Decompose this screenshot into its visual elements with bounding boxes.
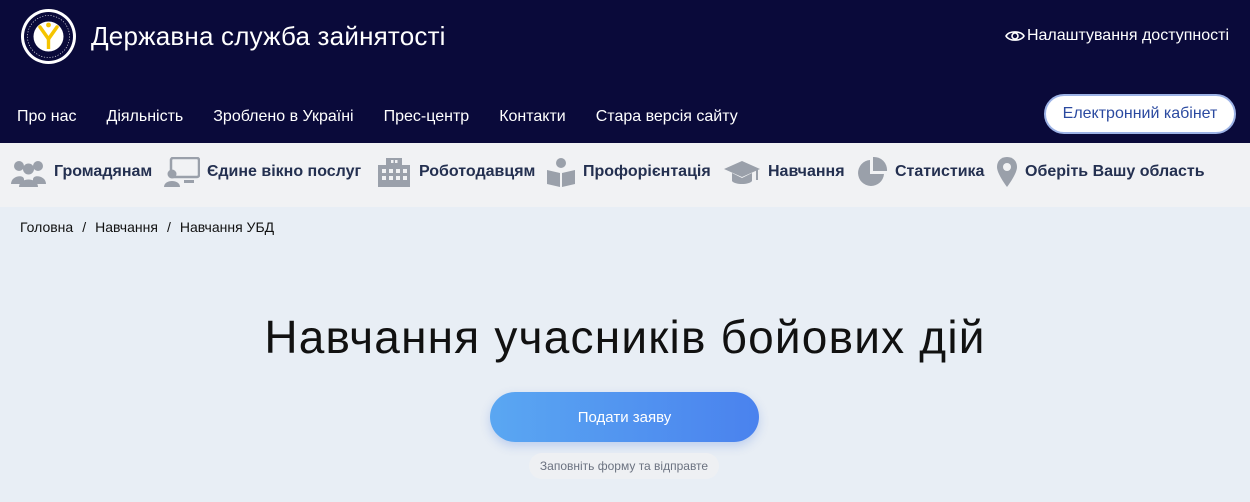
category-statistics[interactable]: Статистика	[856, 156, 984, 188]
nav-item-activity[interactable]: Діяльність	[106, 108, 183, 126]
graduation-cap-icon	[723, 157, 761, 187]
page-title: Навчання учасників бойових дій	[264, 311, 986, 363]
category-citizens[interactable]: Громадянам	[10, 156, 152, 188]
category-label: Статистика	[895, 163, 985, 180]
category-employers[interactable]: Роботодавцям	[376, 156, 535, 188]
category-education[interactable]: Навчання	[723, 156, 845, 188]
accessibility-settings-button[interactable]: Налаштування доступності	[1005, 27, 1229, 45]
site-header: Державна служба зайнятості Налаштування …	[0, 0, 1250, 143]
category-career-guidance[interactable]: Профорієнтація	[546, 156, 711, 188]
monitor-user-icon	[164, 157, 200, 187]
nav-item-contacts[interactable]: Контакти	[499, 108, 566, 126]
category-single-window[interactable]: Єдине вікно послуг	[164, 156, 361, 188]
breadcrumb: Головна / Навчання / Навчання УБД	[20, 219, 274, 235]
building-icon	[376, 157, 412, 187]
breadcrumb-home[interactable]: Головна	[20, 219, 73, 235]
category-label: Громадянам	[54, 163, 153, 180]
category-label: Профорієнтація	[583, 163, 711, 180]
eye-icon	[1005, 29, 1025, 43]
main-nav: Про нас Діяльність Зроблено в Україні Пр…	[17, 108, 768, 126]
nav-item-press-center[interactable]: Прес-центр	[384, 108, 470, 126]
site-title[interactable]: Державна служба зайнятості	[91, 21, 446, 52]
category-label: Роботодавцям	[419, 163, 536, 180]
breadcrumb-separator: /	[166, 219, 171, 235]
form-hint: Заповніть форму та відправте	[529, 453, 719, 479]
category-label: Оберіть Вашу область	[1025, 163, 1205, 180]
pie-chart-icon	[856, 156, 888, 188]
category-label: Навчання	[768, 163, 845, 180]
accessibility-label: Налаштування доступності	[1026, 27, 1229, 44]
nav-item-made-in-ukraine[interactable]: Зроблено в Україні	[213, 108, 353, 126]
reader-icon	[546, 157, 576, 187]
breadcrumb-separator: /	[82, 219, 87, 235]
map-pin-icon	[996, 156, 1018, 188]
category-bar: Громадянам Єдине вікно послуг Роботодавц…	[0, 143, 1250, 207]
apply-button[interactable]: Подати заяву	[490, 392, 759, 442]
electronic-cabinet-button[interactable]: Електронний кабінет	[1044, 94, 1236, 134]
breadcrumb-education[interactable]: Навчання	[95, 219, 158, 235]
breadcrumb-current: Навчання УБД	[179, 219, 275, 235]
category-select-region[interactable]: Оберіть Вашу область	[996, 156, 1205, 188]
people-icon	[10, 157, 47, 187]
nav-item-about[interactable]: Про нас	[17, 108, 76, 126]
nav-item-old-site[interactable]: Стара версія сайту	[596, 108, 738, 126]
category-label: Єдине вікно послуг	[207, 163, 362, 180]
logo[interactable]	[20, 8, 77, 65]
